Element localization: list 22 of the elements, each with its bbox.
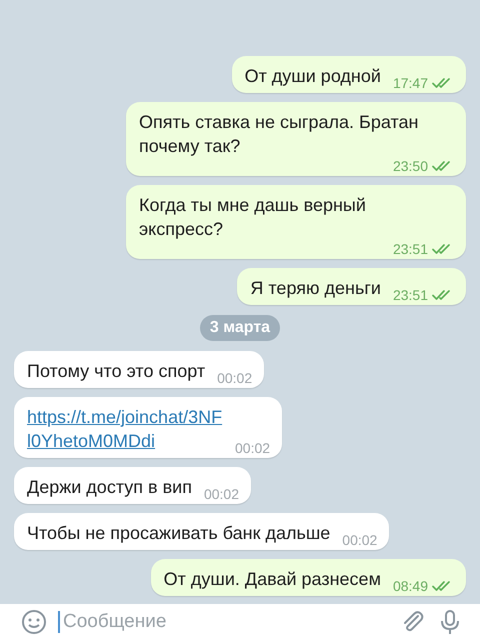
message-time: 23:51	[392, 241, 428, 257]
message-time: 17:47	[392, 75, 428, 91]
message-text: От души. Давай разнесем	[164, 568, 381, 591]
message-text: Потому что это спорт	[27, 360, 206, 383]
message-time: 00:02	[204, 486, 239, 502]
message-time: 23:51	[392, 287, 428, 303]
message-link[interactable]: https://t.me/joinchat/3NFl0YhetoM0MDdi	[27, 405, 223, 453]
message-text: Держи доступ в вип	[27, 476, 192, 499]
message-time: 00:02	[342, 532, 378, 548]
message-input-bar[interactable]: Сообщение	[0, 604, 480, 640]
message-text: Когда ты мне дашь верный экспресс?	[139, 194, 367, 241]
message-time: 00:02	[235, 440, 270, 456]
emoji-icon[interactable]	[20, 608, 48, 636]
message-text: Чтобы не просаживать банк дальше	[27, 522, 330, 545]
message-text: Опять ставка не сыграла. Братан почему так?	[139, 111, 420, 158]
message-text: Я теряю деньги	[250, 277, 381, 300]
message-text: От души родной	[244, 65, 381, 88]
message-time: 00:02	[217, 370, 252, 386]
message-time: 08:49	[392, 578, 428, 594]
message-time: 23:50	[392, 158, 428, 174]
message-input[interactable]: Сообщение	[58, 611, 388, 633]
date-chip: 3 марта	[200, 315, 280, 341]
